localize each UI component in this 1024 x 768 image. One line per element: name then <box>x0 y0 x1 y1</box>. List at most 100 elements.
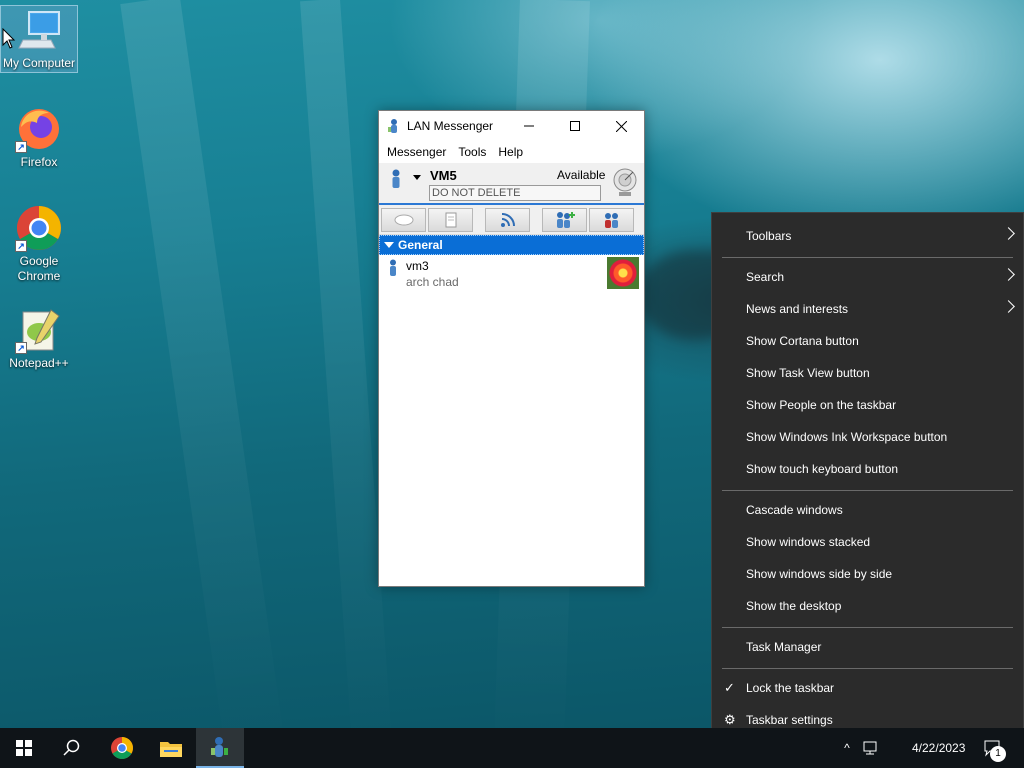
menu-item-task-manager[interactable]: Task Manager <box>712 631 1023 663</box>
status-dropdown-icon[interactable] <box>413 175 421 180</box>
user-info-bar: VM5 Available DO NOT DELETE <box>379 163 644 205</box>
chrome-icon <box>111 737 133 759</box>
network-dish-icon <box>613 168 637 196</box>
group-button[interactable] <box>589 207 634 232</box>
menu-separator <box>722 257 1013 258</box>
expand-arrow-icon <box>384 242 394 248</box>
contact-status-icon <box>390 259 396 276</box>
user-avatar-icon[interactable] <box>389 169 403 189</box>
menu-item-show-desktop[interactable]: Show the desktop <box>712 590 1023 622</box>
add-contact-icon <box>556 211 575 228</box>
menu-help[interactable]: Help <box>494 145 531 159</box>
menu-item-label: Show windows stacked <box>746 535 871 549</box>
contact-list-item[interactable]: vm3 arch chad <box>379 255 644 291</box>
menu-item-show-ink-workspace[interactable]: Show Windows Ink Workspace button <box>712 421 1023 453</box>
clock[interactable]: 4/22/2023 <box>912 728 972 768</box>
menu-item-toolbars[interactable]: Toolbars <box>712 220 1023 252</box>
user-name: VM5 <box>430 168 457 183</box>
menu-item-label: Show touch keyboard button <box>746 462 899 476</box>
network-icon[interactable] <box>862 740 880 756</box>
menu-tools[interactable]: Tools <box>454 145 494 159</box>
menu-item-show-windows-stacked[interactable]: Show windows stacked <box>712 526 1023 558</box>
shortcut-arrow-icon: ↗ <box>15 141 27 153</box>
menu-item-label: News and interests <box>746 302 849 316</box>
search-icon <box>63 739 80 756</box>
checkmark-icon: ✓ <box>724 680 735 695</box>
desktop-icon-notepadpp[interactable]: ↗ Notepad++ <box>1 306 77 374</box>
menu-separator <box>722 627 1013 628</box>
menu-item-search[interactable]: Search <box>712 261 1023 293</box>
desktop-icon-label: Google Chrome <box>17 254 61 283</box>
menu-item-show-windows-side-by-side[interactable]: Show windows side by side <box>712 558 1023 590</box>
chrome-icon: ↗ <box>15 204 63 252</box>
menu-item-show-task-view[interactable]: Show Task View button <box>712 357 1023 389</box>
close-icon <box>615 120 627 132</box>
add-contact-button[interactable] <box>542 207 587 232</box>
search-button[interactable] <box>48 728 96 768</box>
group-name: General <box>398 238 443 252</box>
action-center-button[interactable]: 1 <box>984 728 1006 768</box>
desktop-icon-label: My Computer <box>2 56 76 70</box>
desktop-icon-firefox[interactable]: ↗ Firefox <box>1 105 77 175</box>
broadcast-button[interactable] <box>485 207 530 232</box>
taskbar-lan-messenger[interactable] <box>196 728 244 768</box>
desktop-icon-label: Notepad++ <box>9 356 69 370</box>
menu-item-cascade-windows[interactable]: Cascade windows <box>712 494 1023 526</box>
menu-item-show-cortana[interactable]: Show Cortana button <box>712 325 1023 357</box>
shortcut-arrow-icon: ↗ <box>15 240 27 252</box>
taskbar-file-explorer[interactable] <box>147 728 195 768</box>
contact-name: vm3 <box>406 259 429 273</box>
menu-item-label: Task Manager <box>746 640 822 654</box>
menu-item-show-touch-keyboard[interactable]: Show touch keyboard button <box>712 453 1023 485</box>
window-title: LAN Messenger <box>407 119 494 133</box>
lan-messenger-window[interactable]: LAN Messenger Messenger Tools Help VM5 A… <box>378 110 645 587</box>
menu-item-label: Show Windows Ink Workspace button <box>746 430 948 444</box>
taskbar[interactable]: ^ 4/22/2023 1 <box>0 728 1024 768</box>
taskbar-chrome[interactable] <box>98 728 146 768</box>
chat-button[interactable] <box>381 207 426 232</box>
notepadpp-icon: ↗ <box>15 306 63 354</box>
minimize-button[interactable] <box>506 111 552 141</box>
chat-icon <box>394 214 413 225</box>
user-note-field[interactable]: DO NOT DELETE <box>429 185 601 201</box>
menu-item-label: Taskbar settings <box>746 713 833 727</box>
menu-bar: Messenger Tools Help <box>379 141 644 163</box>
send-file-button[interactable] <box>428 207 473 232</box>
chevron-right-icon <box>1002 227 1015 240</box>
maximize-button[interactable] <box>552 111 598 141</box>
shortcut-arrow-icon: ↗ <box>15 342 27 354</box>
menu-separator <box>722 668 1013 669</box>
start-button[interactable] <box>0 728 48 768</box>
menu-item-label: Show the desktop <box>746 599 842 613</box>
window-titlebar[interactable]: LAN Messenger <box>379 111 644 141</box>
minimize-icon <box>524 125 534 127</box>
menu-separator <box>722 490 1013 491</box>
maximize-icon <box>570 121 580 131</box>
contact-group-header[interactable]: General <box>379 235 644 255</box>
taskbar-context-menu: Toolbars Search News and interests Show … <box>711 212 1024 744</box>
lan-messenger-icon <box>211 737 228 757</box>
chevron-up-icon[interactable]: ^ <box>838 741 856 755</box>
computer-icon <box>15 6 63 54</box>
user-status[interactable]: Available <box>557 168 605 182</box>
firefox-icon: ↗ <box>15 105 63 153</box>
menu-item-lock-taskbar[interactable]: ✓ Lock the taskbar <box>712 672 1023 704</box>
broadcast-icon <box>500 212 515 227</box>
menu-messenger[interactable]: Messenger <box>383 145 454 159</box>
mouse-cursor-icon <box>2 28 16 49</box>
gear-icon: ⚙ <box>724 712 736 727</box>
close-button[interactable] <box>598 111 644 141</box>
menu-item-show-people[interactable]: Show People on the taskbar <box>712 389 1023 421</box>
menu-item-label: Search <box>746 270 785 284</box>
desktop-icon-chrome[interactable]: ↗ Google Chrome <box>1 204 77 288</box>
start-icon <box>16 740 32 756</box>
chevron-right-icon <box>1002 268 1015 281</box>
menu-item-label: Show Cortana button <box>746 334 859 348</box>
lan-messenger-icon <box>388 119 397 133</box>
file-icon <box>445 212 456 227</box>
chevron-right-icon <box>1002 300 1015 313</box>
light-ray <box>120 0 286 728</box>
menu-item-news-and-interests[interactable]: News and interests <box>712 293 1023 325</box>
file-explorer-icon <box>160 742 182 757</box>
menu-item-label: Show People on the taskbar <box>746 398 897 412</box>
